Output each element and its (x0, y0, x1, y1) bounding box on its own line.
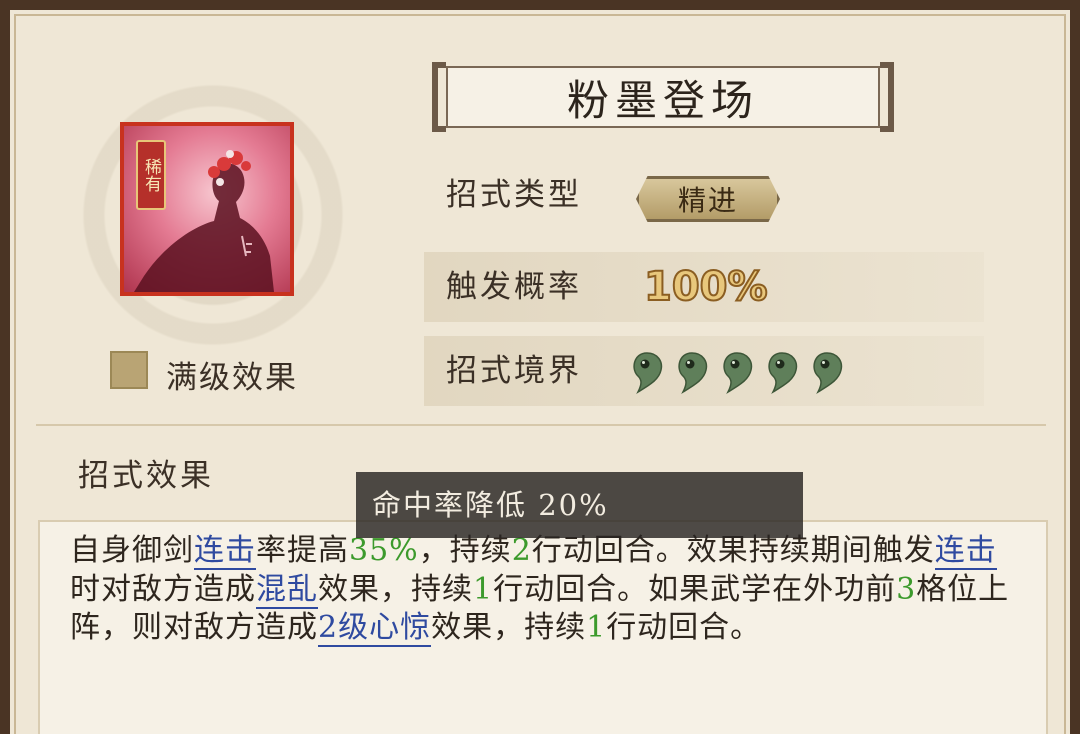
effect-keyword-link[interactable]: 混乱 (256, 571, 318, 609)
skill-title: 粉墨登场 (446, 66, 880, 128)
jade-bead-icon (763, 350, 801, 394)
effect-text: 效果，持续 (318, 571, 473, 607)
jade-bead-icon (628, 350, 666, 394)
skill-type-row: 招式类型 精进 (424, 160, 984, 230)
trigger-chance-label: 触发概率 (446, 269, 582, 305)
rarity-tag: 稀有 (136, 140, 166, 210)
effect-section-title: 招式效果 (78, 458, 214, 494)
skill-realm-label: 招式境界 (446, 353, 582, 389)
effect-keyword-link[interactable]: 2级心惊 (318, 610, 432, 647)
skill-type-label: 招式类型 (446, 177, 582, 213)
title-bracket-left (432, 62, 446, 132)
jade-bead-icon (718, 350, 756, 394)
skill-title-plaque: 粉墨登场 (432, 62, 894, 132)
skill-realm-row: 招式境界 (424, 336, 984, 406)
realm-beads (628, 350, 846, 394)
skill-portrait: 稀有 (120, 122, 294, 296)
effect-value: 1 (586, 610, 607, 645)
effect-text: 行动回合。效果持续期间触发 (531, 533, 935, 568)
effect-text: 率提高 (256, 533, 349, 568)
tooltip: 命中率降低 20% (356, 472, 803, 538)
max-level-checkbox[interactable] (110, 351, 148, 389)
effect-text: 自身御剑 (70, 533, 194, 568)
effect-value: 3 (896, 571, 917, 607)
skill-type-badge: 精进 (636, 176, 780, 222)
title-bracket-right (880, 62, 894, 132)
effect-text: 行动回合。 (606, 610, 762, 645)
effect-text: 行动回合。如果武学在外功前 (493, 571, 897, 607)
effect-text: 时对敌方造成 (70, 571, 256, 607)
effect-value: 2 (511, 533, 532, 568)
effect-text: 效果，持续 (431, 610, 587, 645)
skill-detail-panel: 稀有 满级效果 粉墨登场 招式类型 精进 触发概率 100% 招式境界 招式效果… (0, 0, 1080, 734)
section-divider (36, 424, 1046, 426)
trigger-chance-value: 100% (643, 263, 769, 311)
trigger-chance-row: 触发概率 100% (424, 252, 984, 322)
frame-right (1070, 0, 1080, 734)
effect-keyword-link[interactable]: 连击 (194, 533, 256, 570)
effect-description: 自身御剑连击率提高35%，持续2行动回合。效果持续期间触发连击时对敌方造成混乱效… (70, 532, 1020, 648)
jade-bead-icon (808, 350, 846, 394)
effect-keyword-link[interactable]: 连击 (934, 533, 997, 570)
frame-left (0, 0, 10, 734)
effect-value: 1 (473, 571, 494, 607)
effect-value: 35% (349, 533, 419, 568)
max-level-label: 满级效果 (166, 360, 298, 396)
effect-text: ，持续 (418, 533, 512, 568)
frame-top (0, 0, 1080, 10)
jade-bead-icon (673, 350, 711, 394)
